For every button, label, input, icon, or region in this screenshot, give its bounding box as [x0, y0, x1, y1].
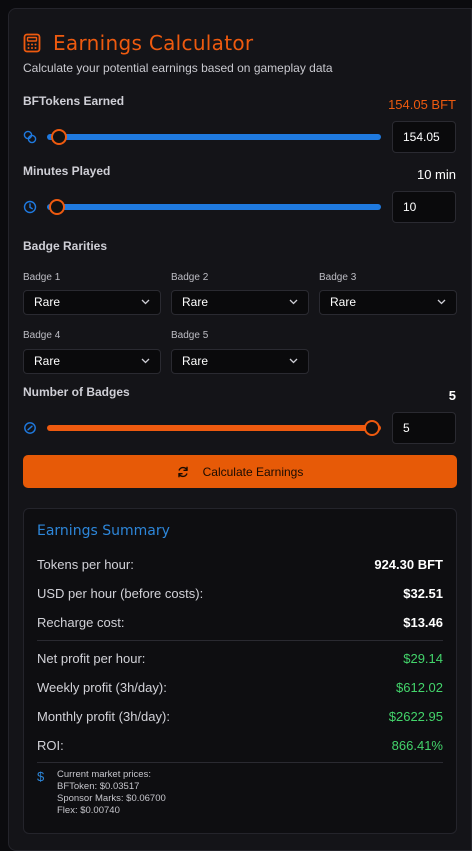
- chevron-down-icon: [289, 358, 298, 364]
- bftokens-slider[interactable]: [47, 134, 381, 140]
- badge-5-value: Rare: [182, 354, 209, 368]
- badge-rarities-heading: Badge Rarities: [23, 239, 108, 253]
- minutes-value: 10 min: [416, 167, 456, 182]
- net-profit-row: Net profit per hour: $29.14: [37, 651, 443, 666]
- tokens-per-hour-label: Tokens per hour:: [37, 557, 134, 572]
- minutes-slider-thumb[interactable]: [49, 199, 65, 215]
- badge-1-value: Rare: [34, 295, 61, 309]
- recharge-cost-value: $13.46: [403, 615, 443, 630]
- num-badges-slider-row: 5: [23, 412, 457, 444]
- flex-price: Flex: $0.00740: [57, 805, 120, 816]
- weekly-profit-label: Weekly profit (3h/day):: [37, 680, 167, 695]
- bftokens-input[interactable]: 154.05: [392, 121, 456, 153]
- badge-1-label: Badge 1: [23, 272, 61, 283]
- chevron-down-icon: [141, 299, 150, 305]
- chevron-down-icon: [141, 358, 150, 364]
- minutes-slider-row: 10: [23, 191, 457, 223]
- roi-row: ROI: 866.41%: [37, 738, 443, 753]
- chevron-down-icon: [437, 299, 446, 305]
- roi-label: ROI:: [37, 738, 64, 753]
- bftokens-label: BFTokens Earned: [23, 94, 125, 108]
- bftokens-slider-row: 154.05: [23, 121, 457, 153]
- summary-title: Earnings Summary: [37, 523, 170, 539]
- earnings-calculator-card: Earnings Calculator Calculate your poten…: [8, 8, 472, 851]
- badge-2-label: Badge 2: [171, 272, 209, 283]
- bftokens-slider-thumb[interactable]: [51, 129, 67, 145]
- num-badges-value: 5: [448, 388, 456, 403]
- badge-2-value: Rare: [182, 295, 209, 309]
- coins-icon: [23, 130, 37, 144]
- roi-value: 866.41%: [391, 738, 443, 753]
- page-subtitle: Calculate your potential earnings based …: [23, 61, 333, 75]
- monthly-profit-label: Monthly profit (3h/day):: [37, 709, 170, 724]
- tokens-per-hour-value: 924.30 BFT: [374, 557, 443, 572]
- bftoken-price: BFToken: $0.03517: [57, 781, 140, 792]
- dollar-icon: $: [37, 769, 45, 784]
- badge-4-label: Badge 4: [23, 330, 61, 341]
- calculator-icon: [23, 33, 41, 53]
- market-prices-heading: Current market prices:: [57, 769, 151, 780]
- badge-3-select[interactable]: Rare: [319, 290, 457, 315]
- monthly-profit-value: $2622.95: [388, 709, 443, 724]
- calculate-earnings-label: Calculate Earnings: [202, 464, 304, 479]
- net-profit-value: $29.14: [403, 651, 443, 666]
- minutes-slider[interactable]: [47, 204, 381, 210]
- num-badges-slider[interactable]: [47, 425, 381, 431]
- divider: [37, 762, 443, 763]
- bftokens-value: 154.05 BFT: [388, 97, 456, 112]
- badge-4-select[interactable]: Rare: [23, 349, 161, 374]
- badge-3-value: Rare: [330, 295, 357, 309]
- weekly-profit-value: $612.02: [396, 680, 443, 695]
- sponsor-marks-price: Sponsor Marks: $0.06700: [57, 793, 166, 804]
- monthly-profit-row: Monthly profit (3h/day): $2622.95: [37, 709, 443, 724]
- tokens-per-hour-row: Tokens per hour: 924.30 BFT: [37, 557, 443, 572]
- weekly-profit-row: Weekly profit (3h/day): $612.02: [37, 680, 443, 695]
- minutes-input[interactable]: 10: [392, 191, 456, 223]
- divider: [37, 640, 443, 641]
- usd-per-hour-row: USD per hour (before costs): $32.51: [37, 586, 443, 601]
- num-badges-input[interactable]: 5: [392, 412, 456, 444]
- usd-per-hour-value: $32.51: [403, 586, 443, 601]
- badge-5-select[interactable]: Rare: [171, 349, 309, 374]
- refresh-icon: [177, 466, 188, 477]
- net-profit-label: Net profit per hour:: [37, 651, 146, 666]
- badge-3-label: Badge 3: [319, 272, 357, 283]
- num-badges-slider-thumb[interactable]: [364, 420, 380, 436]
- badge-2-select[interactable]: Rare: [171, 290, 309, 315]
- badge-4-value: Rare: [34, 354, 61, 368]
- market-prices: $ Current market prices: BFToken: $0.035…: [37, 769, 166, 817]
- badge-5-label: Badge 5: [171, 330, 209, 341]
- earnings-summary-panel: Earnings Summary Tokens per hour: 924.30…: [23, 508, 457, 834]
- page-title: Earnings Calculator: [53, 31, 254, 55]
- badge-icon: [24, 422, 36, 434]
- clock-icon: [23, 200, 37, 214]
- minutes-label: Minutes Played: [23, 164, 111, 178]
- recharge-cost-row: Recharge cost: $13.46: [37, 615, 443, 630]
- recharge-cost-label: Recharge cost:: [37, 615, 125, 630]
- badge-1-select[interactable]: Rare: [23, 290, 161, 315]
- header: Earnings Calculator: [23, 31, 253, 55]
- num-badges-label: Number of Badges: [23, 385, 130, 399]
- chevron-down-icon: [289, 299, 298, 305]
- calculate-earnings-button[interactable]: Calculate Earnings: [23, 455, 457, 488]
- usd-per-hour-label: USD per hour (before costs):: [37, 586, 204, 601]
